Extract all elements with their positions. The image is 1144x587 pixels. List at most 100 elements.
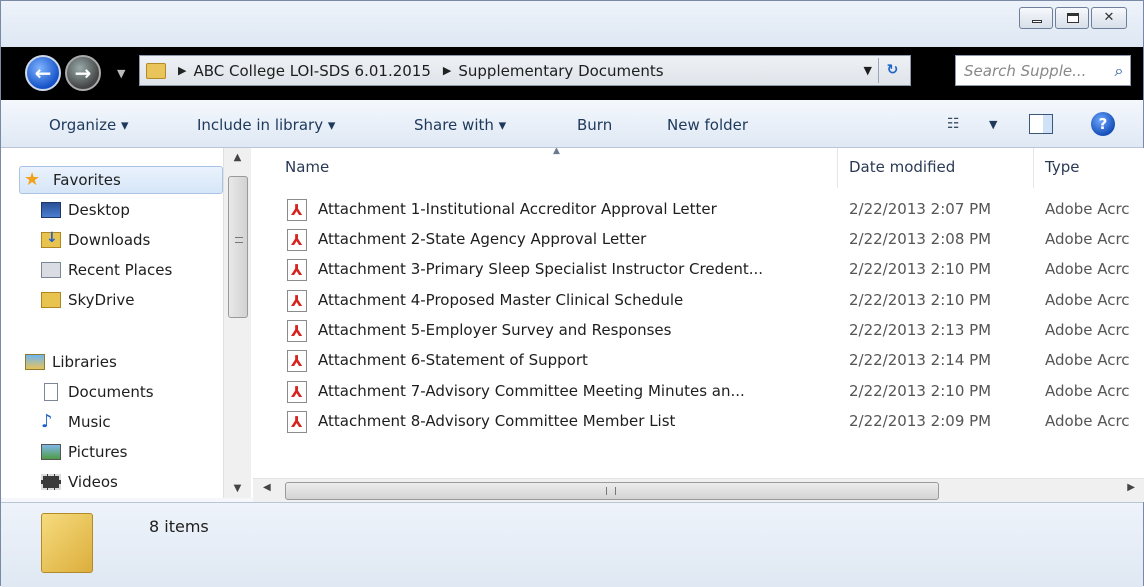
minimize-button[interactable] xyxy=(1019,7,1053,29)
nav-item-pictures[interactable]: Pictures xyxy=(41,440,127,464)
file-row[interactable]: Attachment 2-State Agency Approval Lette… xyxy=(253,225,1144,255)
file-date-modified: 2/22/2013 2:10 PM xyxy=(849,291,992,309)
file-row[interactable]: Attachment 8-Advisory Committee Member L… xyxy=(253,407,1144,437)
downloads-icon xyxy=(41,230,61,248)
file-row[interactable]: Attachment 1-Institutional Accreditor Ap… xyxy=(253,195,1144,225)
file-date-modified: 2/22/2013 2:09 PM xyxy=(849,412,992,430)
file-row[interactable]: Attachment 5-Employer Survey and Respons… xyxy=(253,316,1144,346)
file-name: Attachment 6-Statement of Support xyxy=(318,351,588,369)
search-icon[interactable]: ⌕ xyxy=(1108,61,1130,81)
view-options-dropdown[interactable]: ▼ xyxy=(989,118,997,131)
scroll-thumb[interactable] xyxy=(228,176,248,318)
nav-favorites[interactable]: ★ Favorites xyxy=(19,166,223,194)
search-input[interactable]: Search Supple... xyxy=(956,62,1108,80)
file-type: Adobe Acrc xyxy=(1045,291,1130,309)
file-name: Attachment 5-Employer Survey and Respons… xyxy=(318,321,672,339)
maximize-button[interactable] xyxy=(1055,7,1089,29)
breadcrumb-parent[interactable]: ABC College LOI-SDS 6.01.2015 xyxy=(193,62,430,80)
file-date-modified: 2/22/2013 2:10 PM xyxy=(849,382,992,400)
column-header-name[interactable]: Name xyxy=(285,158,329,176)
folder-icon xyxy=(41,513,93,573)
command-bar: Organize ▾ Include in library ▾ Share wi… xyxy=(1,100,1143,148)
videos-icon xyxy=(41,474,61,490)
file-date-modified: 2/22/2013 2:07 PM xyxy=(849,200,992,218)
nav-item-music[interactable]: ♪ Music xyxy=(41,410,111,434)
column-divider[interactable] xyxy=(1033,148,1034,188)
column-divider[interactable] xyxy=(837,148,838,188)
navigation-pane-scrollbar[interactable]: ▲ ▼ xyxy=(223,148,251,498)
pdf-file-icon xyxy=(287,229,307,251)
breadcrumb-current[interactable]: Supplementary Documents xyxy=(458,62,663,80)
file-list: Name ▲ Date modified Type Attachment 1-I… xyxy=(253,148,1144,478)
file-name: Attachment 8-Advisory Committee Member L… xyxy=(318,412,676,430)
search-box[interactable]: Search Supple... ⌕ xyxy=(955,55,1131,86)
scroll-up-button[interactable]: ▲ xyxy=(224,152,251,163)
nav-item-desktop[interactable]: Desktop xyxy=(41,198,130,222)
item-count: 8 items xyxy=(149,517,209,536)
scroll-down-button[interactable]: ▼ xyxy=(224,483,251,494)
pdf-file-icon xyxy=(287,350,307,372)
pdf-file-icon xyxy=(287,290,307,312)
file-row[interactable]: Attachment 6-Statement of Support 2/22/2… xyxy=(253,346,1144,376)
file-type: Adobe Acrc xyxy=(1045,230,1130,248)
nav-item-label: Music xyxy=(68,413,111,431)
nav-item-videos[interactable]: Videos xyxy=(41,470,118,494)
help-icon[interactable]: ? xyxy=(1091,112,1115,136)
scroll-thumb[interactable] xyxy=(285,482,939,500)
nav-item-label: Downloads xyxy=(68,231,151,249)
close-icon: ✕ xyxy=(1103,10,1115,25)
nav-item-documents[interactable]: Documents xyxy=(41,380,154,404)
address-history-dropdown[interactable]: ▼ xyxy=(864,64,872,77)
documents-icon xyxy=(44,383,58,401)
pdf-file-icon xyxy=(287,199,307,221)
include-in-library-button[interactable]: Include in library ▾ xyxy=(197,116,335,134)
nav-libraries-label: Libraries xyxy=(52,353,117,371)
forward-arrow-icon: → xyxy=(74,61,92,85)
back-arrow-icon: ← xyxy=(34,61,52,85)
nav-item-downloads[interactable]: Downloads xyxy=(41,228,150,252)
file-name: Attachment 3-Primary Sleep Specialist In… xyxy=(318,260,764,278)
file-date-modified: 2/22/2013 2:08 PM xyxy=(849,230,992,248)
refresh-button[interactable]: ↻ xyxy=(878,58,906,83)
breadcrumb-separator[interactable]: ▶ xyxy=(443,64,451,77)
file-name: Attachment 1-Institutional Accreditor Ap… xyxy=(318,200,717,218)
scroll-left-button[interactable]: ◀ xyxy=(263,482,271,493)
file-row[interactable]: Attachment 7-Advisory Committee Meeting … xyxy=(253,377,1144,407)
navigation-pane: ★ Favorites Desktop Downloads Recent Pla… xyxy=(1,148,253,498)
nav-item-skydrive[interactable]: SkyDrive xyxy=(41,288,135,312)
preview-pane-icon[interactable] xyxy=(1029,114,1053,134)
file-row[interactable]: Attachment 3-Primary Sleep Specialist In… xyxy=(253,255,1144,285)
column-header-date-modified[interactable]: Date modified xyxy=(849,158,955,176)
file-date-modified: 2/22/2013 2:13 PM xyxy=(849,321,992,339)
file-type: Adobe Acrc xyxy=(1045,321,1130,339)
forward-button[interactable]: → xyxy=(65,55,101,91)
scroll-right-button[interactable]: ▶ xyxy=(1127,482,1135,493)
back-button[interactable]: ← xyxy=(25,55,61,91)
new-folder-button[interactable]: New folder xyxy=(667,116,748,134)
desktop-icon xyxy=(41,202,61,218)
address-bar[interactable]: ▶ ABC College LOI-SDS 6.01.2015 ▶ Supple… xyxy=(139,55,911,86)
recent-pages-dropdown[interactable]: ▼ xyxy=(117,67,125,80)
file-list-horizontal-scrollbar[interactable]: ◀ ▶ xyxy=(253,478,1144,502)
nav-libraries[interactable]: Libraries xyxy=(25,350,117,374)
libraries-icon xyxy=(25,354,45,370)
file-date-modified: 2/22/2013 2:14 PM xyxy=(849,351,992,369)
breadcrumb-separator[interactable]: ▶ xyxy=(178,64,186,77)
organize-button[interactable]: Organize ▾ xyxy=(49,116,129,134)
pdf-file-icon xyxy=(287,381,307,403)
file-type: Adobe Acrc xyxy=(1045,412,1130,430)
folder-icon xyxy=(146,62,166,79)
change-view-icon[interactable]: ☷ xyxy=(947,116,960,132)
file-row[interactable]: Attachment 4-Proposed Master Clinical Sc… xyxy=(253,286,1144,316)
pdf-file-icon xyxy=(287,411,307,433)
skydrive-icon xyxy=(41,292,61,308)
file-type: Adobe Acrc xyxy=(1045,260,1130,278)
share-with-button[interactable]: Share with ▾ xyxy=(414,116,506,134)
pdf-file-icon xyxy=(287,259,307,281)
sort-arrow-icon: ▲ xyxy=(553,148,560,156)
close-button[interactable]: ✕ xyxy=(1091,7,1127,29)
burn-button[interactable]: Burn xyxy=(577,116,612,134)
nav-item-recent-places[interactable]: Recent Places xyxy=(41,258,172,282)
column-header-type[interactable]: Type xyxy=(1045,158,1079,176)
nav-item-label: SkyDrive xyxy=(68,291,135,309)
